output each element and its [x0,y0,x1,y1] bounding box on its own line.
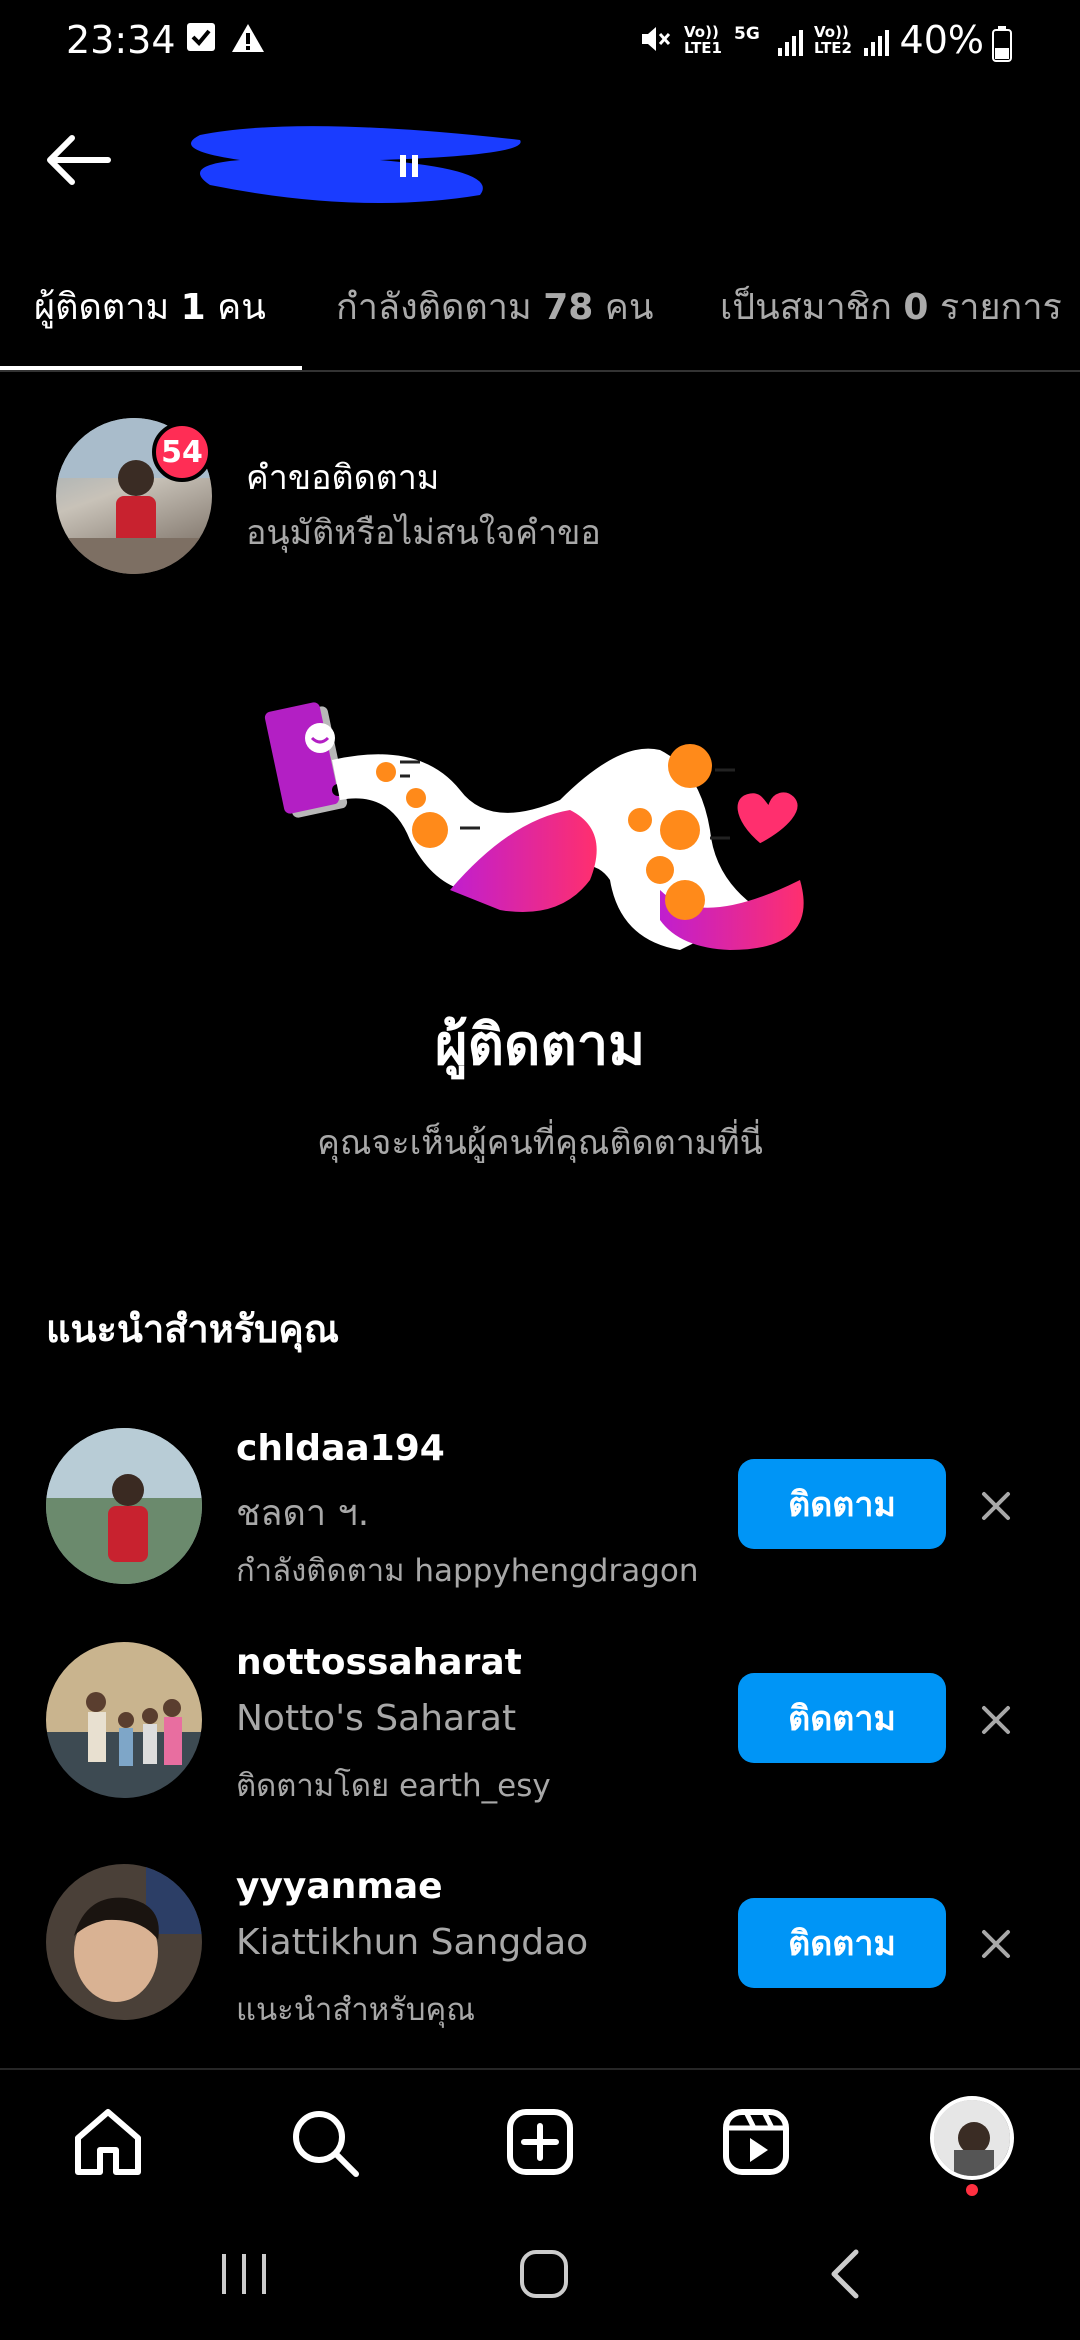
status-bar: 23:34 Vo)) LTE1 5G Vo)) LTE2 40% [0,0,1080,90]
suggestions-heading: แนะนำสำหรับคุณ [46,1307,339,1351]
follow-requests-badge: 54 [152,422,212,482]
tab-subscriptions[interactable]: เป็นสมาชิก 0 รายการ [720,278,1062,335]
suggestion-avatar[interactable] [46,1864,202,2020]
status-time: 23:34 [66,18,176,62]
reels-icon[interactable] [718,2104,794,2180]
check-notification-icon [187,23,215,51]
suggestion-avatar[interactable] [46,1642,202,1798]
tab-divider [0,370,1080,372]
suggestion-username[interactable]: chldaa194 [236,1428,445,1469]
close-icon[interactable] [976,1700,1016,1740]
warning-icon [232,24,264,52]
battery-percent: 40% [899,18,984,62]
suggestion-avatar[interactable] [46,1428,202,1584]
5g-icon: 5G [734,24,760,44]
close-icon[interactable] [976,1924,1016,1964]
suggestion-fullname: Kiattikhun Sangdao [236,1922,589,1963]
follow-button[interactable]: ติดตาม [738,1459,946,1549]
suggestion-username[interactable]: yyyanmae [236,1866,443,1907]
followers-illustration [264,702,804,950]
back-arrow-icon[interactable] [40,130,120,190]
battery-icon [992,26,1012,62]
profile-avatar[interactable] [930,2096,1014,2180]
home-icon[interactable] [70,2104,146,2180]
follow-button[interactable]: ติดตาม [738,1673,946,1763]
empty-state-subtitle: คุณจะเห็นผู้คนที่คุณติดตามที่นี่ [317,1123,763,1163]
search-icon[interactable] [286,2104,362,2180]
signal-icon [778,30,803,56]
close-icon[interactable] [976,1486,1016,1526]
volte-lte2-icon: Vo)) LTE2 [814,23,852,57]
follow-requests-subtitle: อนุมัติหรือไม่สนใจคำขอ [246,513,601,553]
home-button-icon[interactable] [514,2244,574,2304]
suggestion-context: ติดตามโดย earth_esy [236,1768,551,1804]
recent-apps-icon[interactable] [214,2244,274,2304]
mute-icon [642,27,671,51]
suggestion-context: กำลังติดตาม happyhengdragon [236,1553,699,1589]
tab-followers[interactable]: ผู้ติดตาม 1 คน [34,278,266,335]
volte-lte1-icon: Vo)) LTE1 [684,23,722,57]
bottom-nav-divider [0,2068,1080,2070]
suggestion-context: แนะนำสำหรับคุณ [236,1992,476,2028]
follow-button[interactable]: ติดตาม [738,1898,946,1988]
create-post-icon[interactable] [502,2104,578,2180]
suggestion-fullname: Notto's Saharat [236,1698,517,1739]
empty-state-title: ผู้ติดตาม [434,1013,646,1078]
notification-dot [966,2184,978,2196]
system-back-icon[interactable] [818,2244,878,2304]
redacted-username [191,126,521,203]
follow-requests-title: คำขอติดตาม [246,458,440,498]
suggestion-fullname: ชลดา ฯ. [236,1493,370,1534]
active-tab-indicator [0,366,302,370]
suggestion-username[interactable]: nottossaharat [236,1642,522,1683]
signal-icon [864,30,889,56]
tab-following[interactable]: กำลังติดตาม 78 คน [336,278,653,335]
